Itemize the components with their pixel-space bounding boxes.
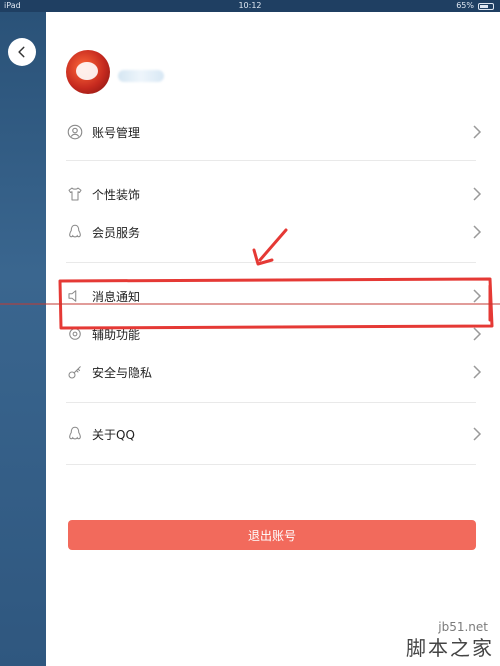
menu-item-decor[interactable]: 个性装饰 <box>66 176 482 212</box>
assist-icon <box>66 325 84 343</box>
chevron-left-icon <box>18 46 25 58</box>
chevron-right-icon <box>473 187 482 201</box>
menu-item-label: 会员服务 <box>92 225 141 240</box>
menu-item-about[interactable]: 关于QQ <box>66 416 482 452</box>
menu-item-label: 个性装饰 <box>92 187 141 202</box>
status-time: 10:12 <box>238 1 262 10</box>
watermark-text: 脚本之家 <box>406 636 494 660</box>
qq-icon <box>66 425 84 443</box>
chevron-right-icon <box>473 225 482 239</box>
chevron-right-icon <box>473 289 482 303</box>
menu-item-label: 安全与隐私 <box>92 365 153 380</box>
menu-item-notifications[interactable]: 消息通知 <box>66 278 482 314</box>
menu-item-vip[interactable]: 会员服务 <box>66 214 482 250</box>
status-right: 65% <box>456 0 494 12</box>
avatar[interactable] <box>66 50 110 94</box>
menu-item-security[interactable]: 安全与隐私 <box>66 354 482 390</box>
user-icon <box>66 123 84 141</box>
chevron-right-icon <box>473 125 482 139</box>
speaker-icon <box>66 287 84 305</box>
status-bar: iPad 10:12 65% <box>0 0 500 12</box>
menu-item-accessibility[interactable]: 辅助功能 <box>66 316 482 352</box>
back-button[interactable] <box>8 38 36 66</box>
divider <box>66 160 476 161</box>
chevron-right-icon <box>473 427 482 441</box>
menu-item-label: 关于QQ <box>92 427 135 442</box>
avatar-face <box>76 62 98 80</box>
divider <box>66 402 476 403</box>
menu-item-account[interactable]: 账号管理 <box>66 114 482 150</box>
menu-item-label: 辅助功能 <box>92 327 141 342</box>
battery-icon <box>478 2 494 10</box>
menu-item-label: 消息通知 <box>92 289 141 304</box>
username-blurred <box>118 70 164 82</box>
menu-item-label: 账号管理 <box>92 125 141 140</box>
key-icon <box>66 363 84 381</box>
watermark: jb51.net 脚本之家 <box>368 620 496 662</box>
logout-button[interactable]: 退出账号 <box>68 520 476 550</box>
penguin-icon <box>66 223 84 241</box>
left-pane <box>0 12 46 666</box>
shirt-icon <box>66 185 84 203</box>
divider <box>66 464 476 465</box>
chevron-right-icon <box>473 365 482 379</box>
divider <box>66 262 476 263</box>
battery-text: 65% <box>456 1 474 10</box>
battery-fill <box>480 4 488 8</box>
chevron-right-icon <box>473 327 482 341</box>
settings-panel: 账号管理 个性装饰 会员服务 消息通知 辅助功能 安全与隐私 关于QQ 退出账号 <box>46 12 500 666</box>
